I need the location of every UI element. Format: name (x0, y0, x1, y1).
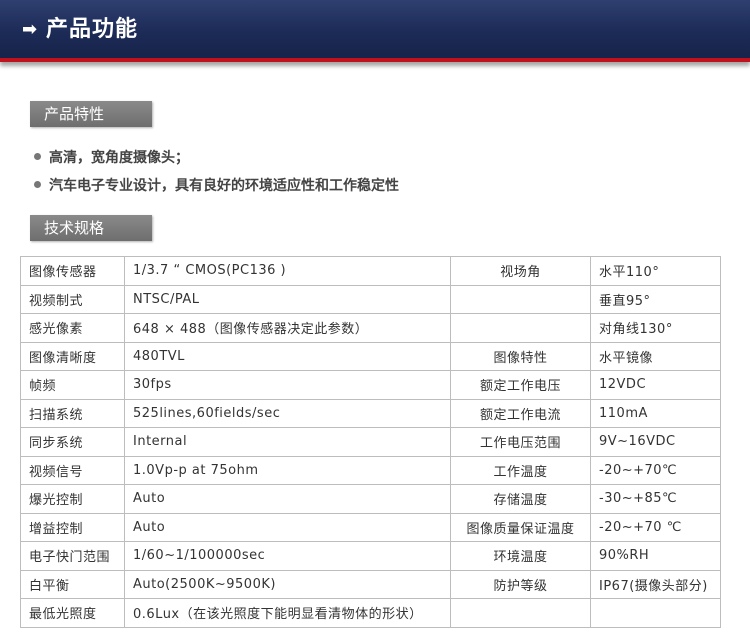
spec-key: 最低光照度 (20, 598, 125, 628)
spec-value: NTSC/PAL (124, 284, 451, 314)
spec-key: 防护等级 (450, 569, 591, 599)
spec-key (450, 284, 591, 314)
spec-key (450, 598, 591, 628)
feature-text: 汽车电子专业设计，具有良好的环境适应性和工作稳定性 (49, 178, 399, 194)
spec-key: 同步系统 (20, 427, 125, 457)
feature-item: 高清，宽角度摄像头； (34, 148, 189, 168)
table-row: 帧频 30fps 额定工作电压 12VDC (20, 370, 721, 400)
spec-key: 环境温度 (450, 541, 591, 571)
spec-table: 图像传感器 1/3.7 “ CMOS(PC136 ) 视场角 水平110° 视频… (20, 256, 721, 628)
feature-text: 高清，宽角度摄像头； (49, 150, 189, 166)
spec-value: -20~+70 ℃ (590, 512, 721, 542)
spec-value: 对角线130° (590, 313, 721, 343)
table-row: 视频信号 1.0Vp-p at 75ohm 工作温度 -20~+70℃ (20, 455, 721, 485)
table-row: 图像传感器 1/3.7 “ CMOS(PC136 ) 视场角 水平110° (20, 256, 721, 286)
spec-value: Auto (124, 512, 451, 542)
spec-value: 水平110° (590, 256, 721, 286)
spec-value: -20~+70℃ (590, 455, 721, 485)
table-row: 感光像素 648 × 488（图像传感器决定此参数） 对角线130° (20, 313, 721, 343)
spec-value: Auto(2500K~9500K) (124, 569, 451, 599)
spec-key (450, 313, 591, 343)
spec-value (590, 598, 721, 628)
spec-value: 0.6Lux（在该光照度下能明显看清物体的形状） (124, 598, 451, 628)
spec-key: 扫描系统 (20, 398, 125, 428)
section-tab-features: 产品特性 (30, 101, 152, 127)
spec-value: 12VDC (590, 370, 721, 400)
spec-key: 爆光控制 (20, 484, 125, 514)
table-row: 同步系统 Internal 工作电压范围 9V~16VDC (20, 427, 721, 457)
arrow-right-icon: ➡ (22, 19, 38, 40)
spec-value: 110mA (590, 398, 721, 428)
spec-key: 图像清晰度 (20, 341, 125, 371)
spec-value: 480TVL (124, 341, 451, 371)
spec-value: 1/3.7 “ CMOS(PC136 ) (124, 256, 451, 286)
spec-key: 存储温度 (450, 484, 591, 514)
spec-key: 工作温度 (450, 455, 591, 485)
spec-value: 垂直95° (590, 284, 721, 314)
table-row: 扫描系统 525lines,60fields/sec 额定工作电流 110mA (20, 398, 721, 428)
spec-key: 工作电压范围 (450, 427, 591, 457)
spec-key: 白平衡 (20, 569, 125, 599)
section-tab-specs: 技术规格 (30, 215, 152, 241)
spec-value: Auto (124, 484, 451, 514)
spec-value: 1/60~1/100000sec (124, 541, 451, 571)
spec-key: 视频信号 (20, 455, 125, 485)
spec-key: 图像特性 (450, 341, 591, 371)
table-row: 增益控制 Auto 图像质量保证温度 -20~+70 ℃ (20, 512, 721, 542)
feature-item: 汽车电子专业设计，具有良好的环境适应性和工作稳定性 (34, 176, 399, 196)
spec-value: 1.0Vp-p at 75ohm (124, 455, 451, 485)
spec-key: 帧频 (20, 370, 125, 400)
spec-key: 图像传感器 (20, 256, 125, 286)
spec-value: 90%RH (590, 541, 721, 571)
table-row: 最低光照度 0.6Lux（在该光照度下能明显看清物体的形状） (20, 598, 721, 628)
table-row: 电子快门范围 1/60~1/100000sec 环境温度 90%RH (20, 541, 721, 571)
spec-value: 水平镜像 (590, 341, 721, 371)
page-header: ➡ 产品功能 (0, 0, 750, 62)
spec-value: IP67(摄像头部分) (590, 569, 721, 599)
spec-key: 电子快门范围 (20, 541, 125, 571)
page-title: 产品功能 (46, 17, 139, 42)
table-row: 爆光控制 Auto 存储温度 -30~+85℃ (20, 484, 721, 514)
spec-key: 额定工作电流 (450, 398, 591, 428)
spec-value: -30~+85℃ (590, 484, 721, 514)
spec-key: 额定工作电压 (450, 370, 591, 400)
table-row: 图像清晰度 480TVL 图像特性 水平镜像 (20, 341, 721, 371)
spec-value: 30fps (124, 370, 451, 400)
spec-key: 视场角 (450, 256, 591, 286)
spec-key: 图像质量保证温度 (450, 512, 591, 542)
spec-key: 感光像素 (20, 313, 125, 343)
bullet-icon (34, 153, 41, 160)
table-row: 白平衡 Auto(2500K~9500K) 防护等级 IP67(摄像头部分) (20, 569, 721, 599)
spec-value: 648 × 488（图像传感器决定此参数） (124, 313, 451, 343)
table-row: 视频制式 NTSC/PAL 垂直95° (20, 284, 721, 314)
spec-value: 525lines,60fields/sec (124, 398, 451, 428)
bullet-icon (34, 181, 41, 188)
spec-value: 9V~16VDC (590, 427, 721, 457)
spec-key: 增益控制 (20, 512, 125, 542)
spec-value: Internal (124, 427, 451, 457)
spec-key: 视频制式 (20, 284, 125, 314)
